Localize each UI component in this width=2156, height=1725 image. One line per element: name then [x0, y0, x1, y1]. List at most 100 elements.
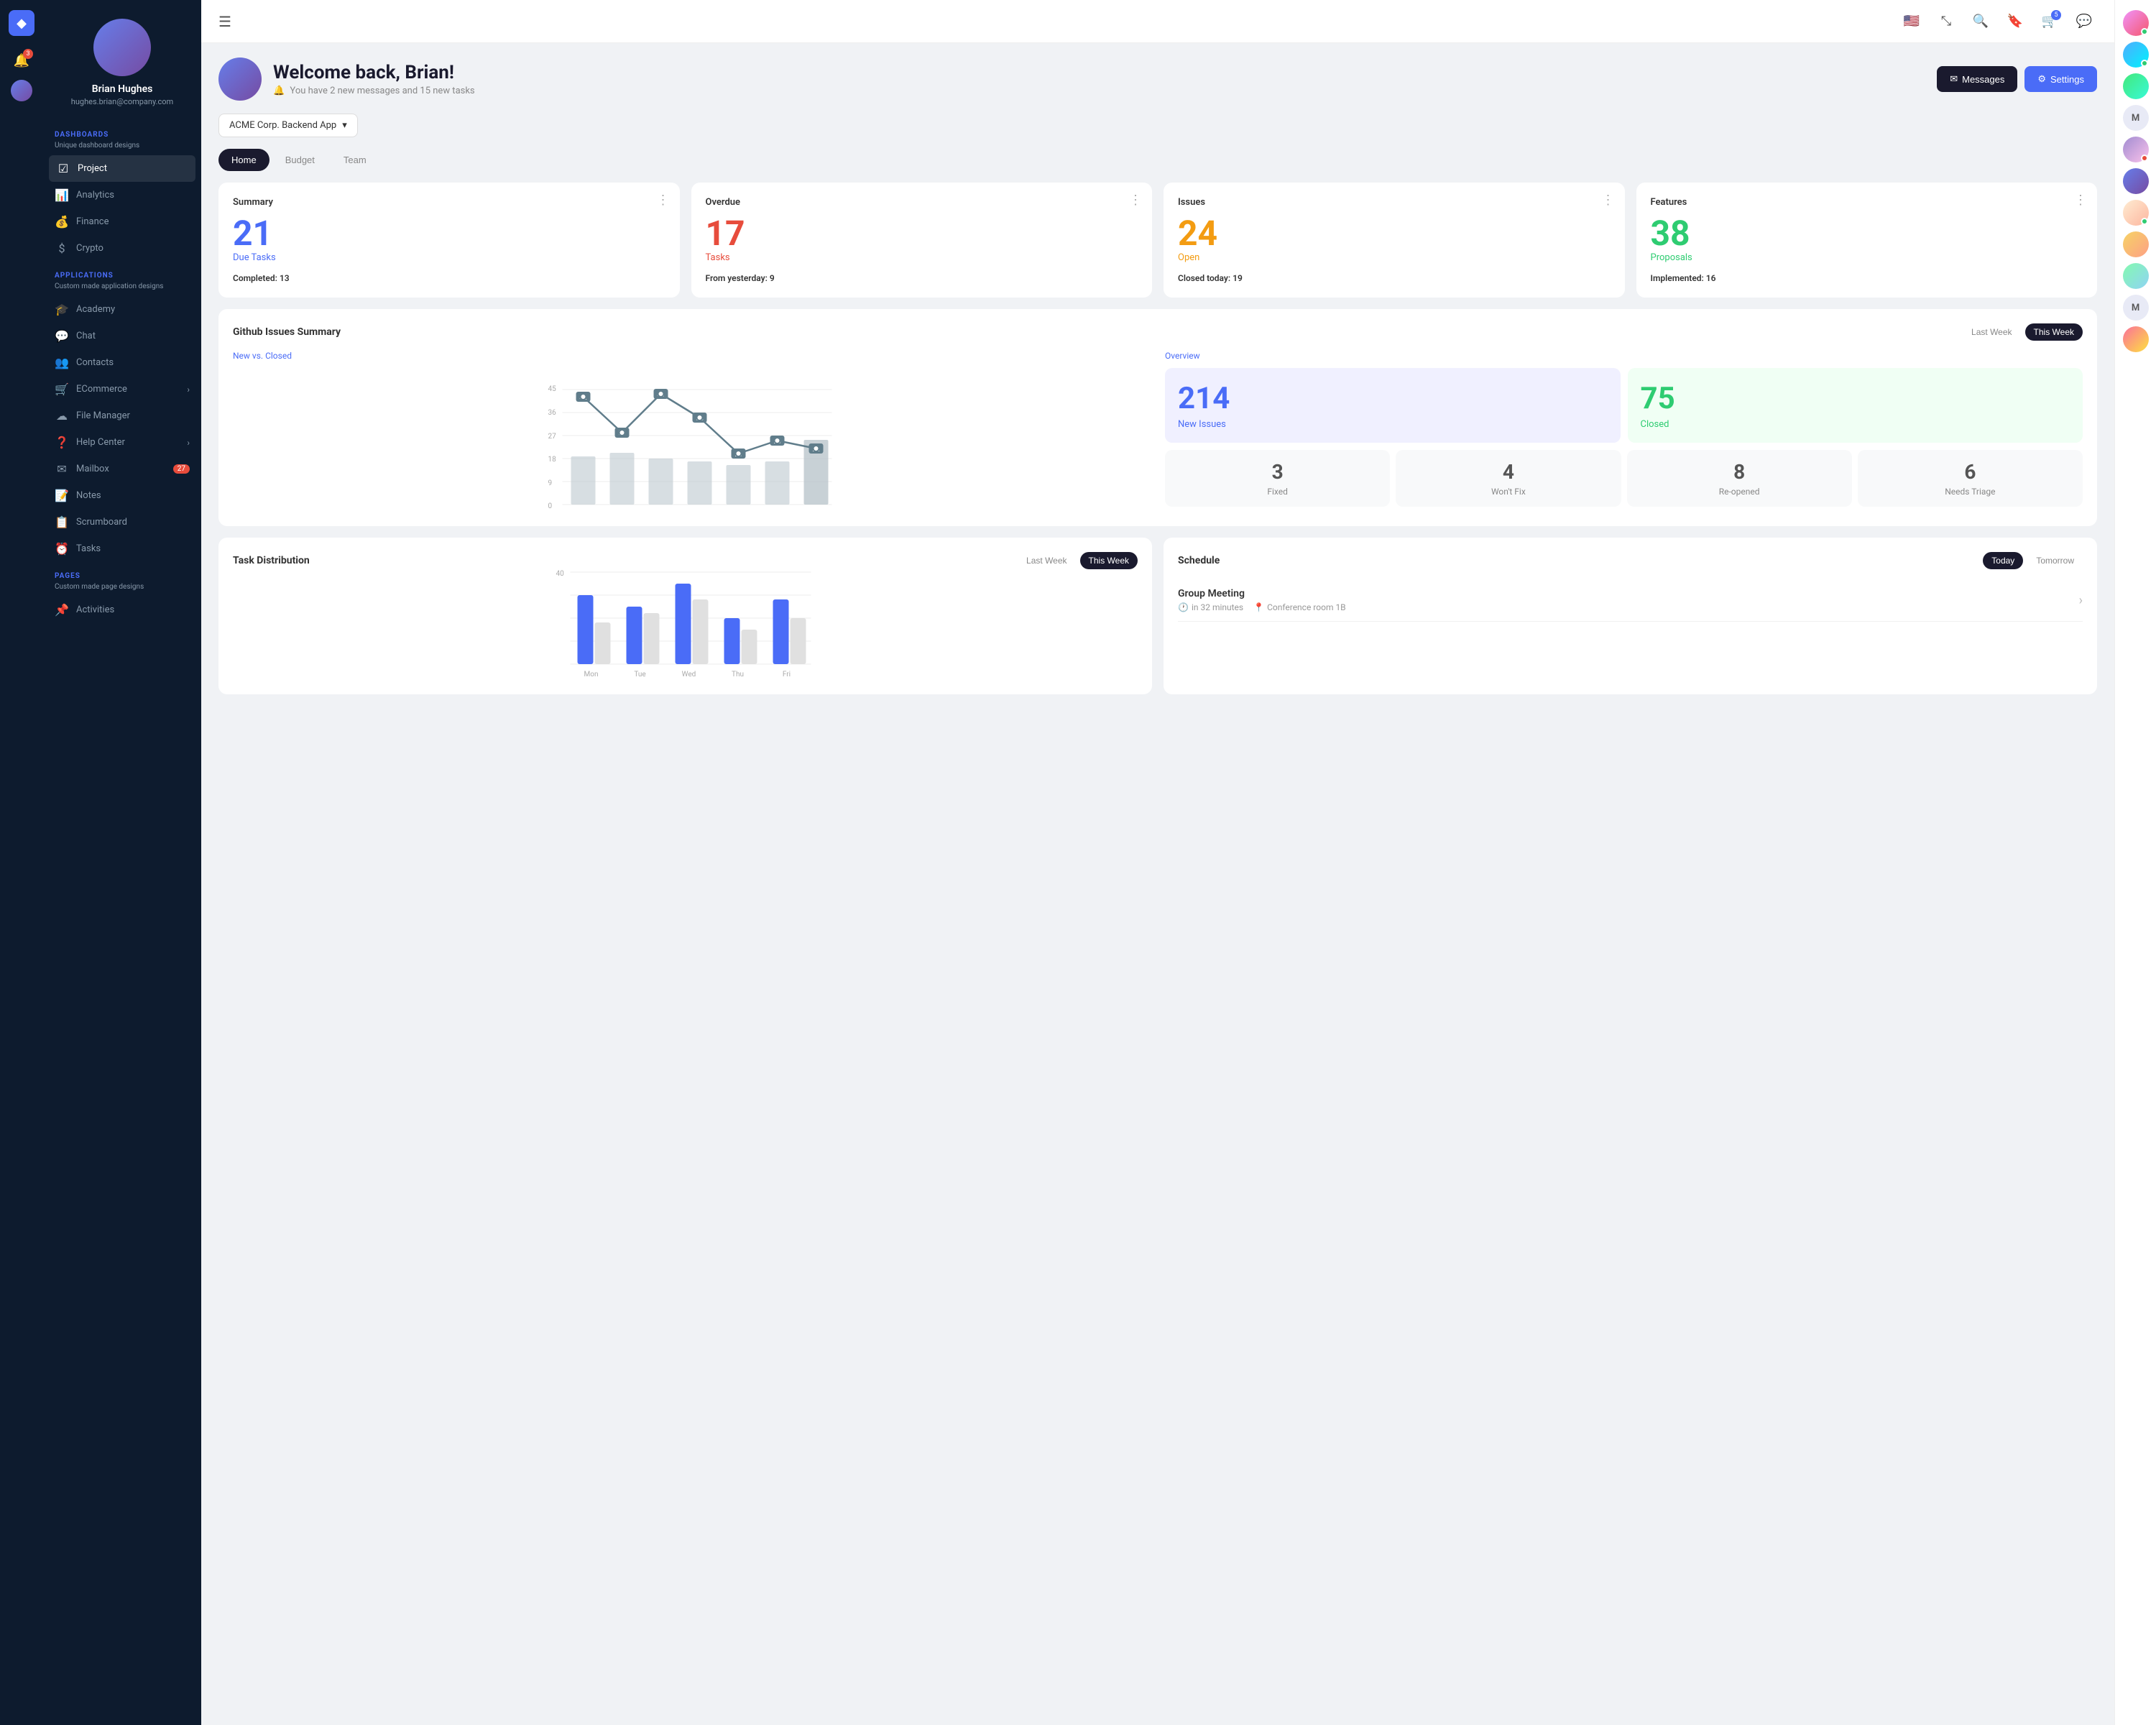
github-this-week-btn[interactable]: This Week [2025, 323, 2083, 341]
schedule-title: Schedule [1178, 555, 1220, 566]
welcome-actions: ✉ Messages ⚙ Settings [1937, 66, 2097, 92]
task-chart-svg: 40 [233, 565, 1138, 680]
section-dashboards-label: DASHBOARDS [43, 121, 201, 142]
user-profile: Brian Hughes hughes.brian@company.com [43, 12, 201, 121]
mailbox-badge: 27 [173, 464, 190, 474]
sidebar-item-activities[interactable]: 📌 Activities [43, 597, 201, 623]
user-avatar [93, 19, 151, 76]
features-sub: Proposals [1651, 252, 2083, 263]
academy-icon: 🎓 [55, 303, 69, 316]
fullscreen-icon[interactable]: ⤡ [1933, 9, 1959, 34]
sidebar-item-chat[interactable]: 💬 Chat [43, 323, 201, 349]
settings-button[interactable]: ⚙ Settings [2024, 66, 2097, 92]
avatar-3[interactable] [2123, 73, 2149, 99]
cart-icon[interactable]: 🛒 5 [2037, 9, 2063, 34]
sidebar: Brian Hughes hughes.brian@company.com DA… [43, 0, 201, 1725]
summary-footer-value: 13 [280, 273, 290, 283]
svg-text:Fri: Fri [783, 671, 791, 678]
cart-badge: 5 [2051, 10, 2061, 20]
tab-budget[interactable]: Budget [272, 149, 328, 171]
welcome-avatar [218, 58, 262, 101]
sidebar-item-helpcenter[interactable]: ❓ Help Center › [43, 429, 201, 456]
av-wrapper-3 [2123, 73, 2149, 99]
sidebar-item-label: File Manager [76, 410, 130, 421]
fixed-number: 3 [1175, 460, 1380, 484]
avatar-initial-m2[interactable]: M [2123, 295, 2149, 321]
svg-text:18: 18 [548, 456, 557, 464]
github-toggle-actions: Last Week This Week [1963, 323, 2083, 341]
sidebar-item-finance[interactable]: 💰 Finance [43, 208, 201, 235]
avatar-6[interactable] [2123, 168, 2149, 194]
overdue-menu-icon[interactable]: ⋮ [1129, 193, 1142, 208]
project-icon: ☑ [56, 162, 70, 175]
search-icon[interactable]: 🔍 [1968, 9, 1994, 34]
menu-button[interactable]: ☰ [218, 13, 231, 30]
schedule-meta: 🕐 in 32 minutes 📍 Conference room 1B [1178, 602, 2079, 612]
av-wrapper-11 [2123, 326, 2149, 352]
sidebar-item-academy[interactable]: 🎓 Academy [43, 296, 201, 323]
svg-text:Tue: Tue [634, 671, 645, 678]
sidebar-item-filemanager[interactable]: ☁ File Manager [43, 402, 201, 429]
sidebar-item-crypto[interactable]: $ Crypto [43, 235, 201, 262]
tab-team[interactable]: Team [331, 149, 379, 171]
sidebar-item-scrumboard[interactable]: 📋 Scrumboard [43, 509, 201, 535]
avatar-9[interactable] [2123, 263, 2149, 289]
reopened-number: 8 [1637, 460, 1842, 484]
sidebar-item-label: Project [78, 163, 107, 174]
section-pages-sub: Custom made page designs [43, 583, 201, 597]
sidebar-item-label: Notes [76, 490, 101, 501]
flag-icon[interactable]: 🇺🇸 [1899, 9, 1925, 34]
overview-label: Overview [1165, 351, 2083, 361]
messages-button[interactable]: ✉ Messages [1937, 66, 2017, 92]
user-email: hughes.brian@company.com [71, 97, 173, 106]
group-meeting-title: Group Meeting [1178, 588, 2079, 599]
av-wrapper-1 [2123, 10, 2149, 36]
closed-number: 75 [1641, 381, 2070, 416]
avatar-8[interactable] [2123, 231, 2149, 257]
tab-home[interactable]: Home [218, 149, 270, 171]
github-last-week-btn[interactable]: Last Week [1963, 323, 2020, 341]
stat-card-issues: ⋮ Issues 24 Open Closed today: 19 [1164, 183, 1625, 298]
sidebar-item-ecommerce[interactable]: 🛒 ECommerce › [43, 376, 201, 402]
issues-menu-icon[interactable]: ⋮ [1602, 193, 1615, 208]
sidebar-item-contacts[interactable]: 👥 Contacts [43, 349, 201, 376]
sidebar-item-label: Academy [76, 304, 115, 315]
user-avatar-icon[interactable] [9, 78, 34, 104]
sidebar-item-label: Activities [76, 604, 114, 615]
sidebar-item-project[interactable]: ☑ Project [49, 155, 195, 182]
overdue-title: Overdue [706, 197, 1138, 208]
section-dashboards-sub: Unique dashboard designs [43, 142, 201, 155]
sidebar-item-tasks[interactable]: ⏰ Tasks [43, 535, 201, 562]
github-inner: New vs. Closed 0 9 18 27 36 45 [233, 351, 2083, 512]
features-menu-icon[interactable]: ⋮ [2074, 193, 2087, 208]
schedule-today-btn[interactable]: Today [1983, 552, 2023, 569]
schedule-header: Schedule Today Tomorrow [1178, 552, 2083, 569]
app-selector[interactable]: ACME Corp. Backend App ▾ [218, 114, 358, 137]
summary-title: Summary [233, 197, 665, 208]
needs-triage-label: Needs Triage [1868, 487, 2073, 497]
sidebar-item-label: Scrumboard [76, 517, 127, 528]
analytics-icon: 📊 [55, 188, 69, 202]
github-title: Github Issues Summary [233, 326, 341, 338]
app-selector-label: ACME Corp. Backend App [229, 120, 336, 131]
svg-text:Thu: Thu [732, 671, 744, 678]
avatar-initial-m1[interactable]: M [2123, 105, 2149, 131]
sidebar-item-notes[interactable]: 📝 Notes [43, 482, 201, 509]
issues-number: 24 [1178, 216, 1611, 251]
sidebar-item-mailbox[interactable]: ✉ Mailbox 27 [43, 456, 201, 482]
summary-menu-icon[interactable]: ⋮ [657, 193, 670, 208]
github-overview: Overview 214 New Issues 75 Closed [1165, 351, 2083, 512]
avatar-11[interactable] [2123, 326, 2149, 352]
schedule-arrow-icon[interactable]: › [2079, 593, 2083, 608]
sidebar-item-analytics[interactable]: 📊 Analytics [43, 182, 201, 208]
reopened-card: 8 Re-opened [1627, 450, 1852, 507]
mailbox-icon: ✉ [55, 462, 69, 476]
bookmark-icon[interactable]: 🔖 [2002, 9, 2028, 34]
schedule-info: Group Meeting 🕐 in 32 minutes 📍 Conferen… [1178, 588, 2079, 612]
bell-icon[interactable]: 🔔 3 [9, 47, 34, 73]
chat-icon[interactable]: 💬 [2071, 9, 2097, 34]
schedule-actions: Today Tomorrow [1983, 552, 2083, 569]
schedule-tomorrow-btn[interactable]: Tomorrow [2027, 552, 2083, 569]
sidebar-item-label: Finance [76, 216, 109, 227]
app-logo[interactable]: ◆ [9, 10, 34, 36]
